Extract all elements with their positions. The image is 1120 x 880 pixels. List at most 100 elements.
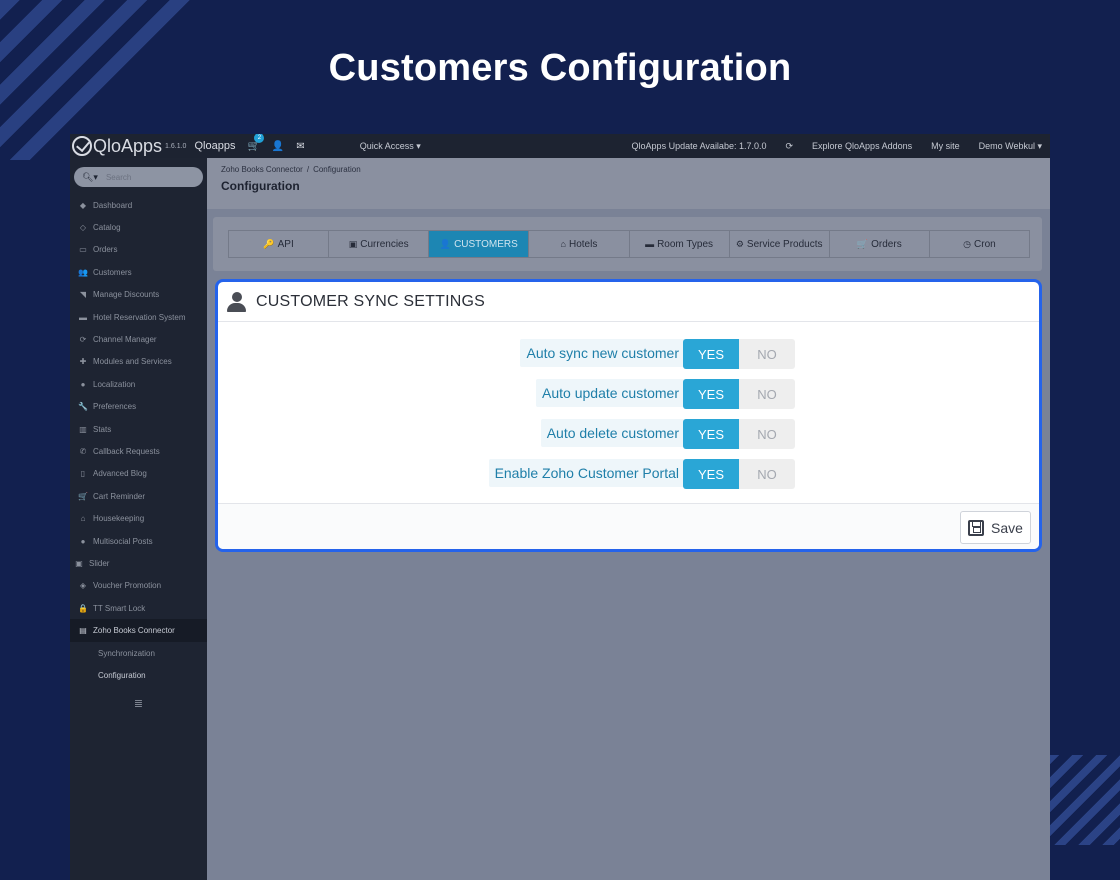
panel-footer: Save xyxy=(218,503,1039,549)
wrench-icon: 🔧 xyxy=(78,402,88,412)
no-option[interactable]: NO xyxy=(739,459,795,489)
orders-icon: ▭ xyxy=(79,245,87,255)
shop-name-link[interactable]: Qloapps xyxy=(194,140,235,152)
collapse-menu-icon[interactable]: ≣ xyxy=(70,697,207,710)
yes-option[interactable]: YES xyxy=(683,419,739,449)
sidebar-item-callback-requests[interactable]: ✆ Callback Requests xyxy=(70,440,207,462)
page-header: Zoho Books Connector / Configuration Confi… xyxy=(207,158,1050,209)
sidebar-item-customers[interactable]: 👥 Customers xyxy=(70,261,207,283)
panel-title: CUSTOMER SYNC SETTINGS xyxy=(256,292,486,310)
tab-hotels[interactable]: ⌂ Hotels xyxy=(529,231,630,257)
logo-text: QloApps xyxy=(93,135,163,156)
setting-row-auto-delete: Auto delete customer YES NO xyxy=(218,419,1039,459)
bed-icon: ▬ xyxy=(79,312,87,322)
yes-no-switch[interactable]: YES NO xyxy=(683,339,795,369)
sidebar-item-voucher-promotion[interactable]: ◈ Voucher Promotion xyxy=(70,575,207,597)
sidebar-item-localization[interactable]: ● Localization xyxy=(70,373,207,395)
user-icon xyxy=(227,292,246,312)
sidebar-item-tt-smart-lock[interactable]: 🔒 TT Smart Lock xyxy=(70,597,207,619)
yes-no-switch[interactable]: YES NO xyxy=(683,459,795,489)
explore-addons-link[interactable]: ⟳ Explore QloApps Addons xyxy=(785,141,912,152)
user-menu-dropdown[interactable]: Demo Webkul ▾ xyxy=(979,141,1042,152)
tab-currencies[interactable]: ▣ Currencies xyxy=(329,231,430,257)
search-input[interactable]: Search xyxy=(106,173,131,182)
mail-icon[interactable]: ✉ xyxy=(296,141,304,152)
yes-option[interactable]: YES xyxy=(683,459,739,489)
update-available-link[interactable]: QloApps Update Availabe: 1.7.0.0 xyxy=(632,141,767,151)
breadcrumb-parent[interactable]: Zoho Books Connector xyxy=(221,165,303,174)
puzzle-icon: ✚ xyxy=(79,357,87,367)
panel-heading: CUSTOMER SYNC SETTINGS xyxy=(218,282,1039,322)
setting-label: Auto update customer xyxy=(536,379,685,407)
no-option[interactable]: NO xyxy=(739,419,795,449)
no-option[interactable]: NO xyxy=(739,379,795,409)
breadcrumb-separator: / xyxy=(306,165,310,174)
page-title: Configuration xyxy=(221,179,300,193)
lock-icon: 🔒 xyxy=(78,603,88,613)
hero-title: Customers Configuration xyxy=(328,47,792,89)
cart-icon[interactable]: 🛒 2 xyxy=(247,134,265,152)
explore-addons-label: Explore QloApps Addons xyxy=(812,140,913,151)
sidebar: 🔍︎▾ Search ◆ Dashboard ◇ Catalog ▭ Orders 👥… xyxy=(70,158,207,880)
sidebar-item-catalog[interactable]: ◇ Catalog xyxy=(70,216,207,238)
quick-access-dropdown[interactable]: Quick Access ▾ xyxy=(360,141,421,152)
breadcrumb-current: Configuration xyxy=(313,165,361,174)
tab-cron[interactable]: ◷ Cron xyxy=(930,231,1029,257)
customer-sync-settings-panel: CUSTOMER SYNC SETTINGS Auto sync new cus… xyxy=(215,279,1042,552)
submenu-item-synchronization[interactable]: Synchronization xyxy=(70,642,207,664)
sidebar-item-orders[interactable]: ▭ Orders xyxy=(70,239,207,261)
save-button[interactable]: Save xyxy=(960,511,1031,544)
gears-icon: ⚙ xyxy=(735,238,744,249)
sidebar-item-channel-manager[interactable]: ⟳ Channel Manager xyxy=(70,328,207,350)
sidebar-menu: ◆ Dashboard ◇ Catalog ▭ Orders 👥 Customers ◥… xyxy=(70,194,207,710)
tab-room-types[interactable]: ▬ Room Types xyxy=(630,231,730,257)
user-icon: 👤 xyxy=(439,238,452,249)
sidebar-item-hotel-reservation[interactable]: ▬ Hotel Reservation System xyxy=(70,306,207,328)
yes-no-switch[interactable]: YES NO xyxy=(683,379,795,409)
sidebar-item-dashboard[interactable]: ◆ Dashboard xyxy=(70,194,207,216)
tab-api[interactable]: 🔑 API xyxy=(229,231,330,257)
yes-no-switch[interactable]: YES NO xyxy=(683,419,795,449)
cart-count-badge: 2 xyxy=(254,134,265,143)
bookmark-icon: ▯ xyxy=(80,469,86,479)
cart-icon: 🛒 xyxy=(78,491,88,501)
tab-customers[interactable]: 👤 CUSTOMERS xyxy=(429,231,530,257)
sidebar-item-slider[interactable]: ▣ Slider xyxy=(70,552,207,574)
settings-form: Auto sync new customer YES NO Auto updat… xyxy=(218,339,1039,499)
user-icon[interactable]: 👤 xyxy=(272,141,284,152)
sidebar-item-modules[interactable]: ✚ Modules and Services xyxy=(70,351,207,373)
slider-icon: ▣ xyxy=(75,558,83,568)
sidebar-item-manage-discounts[interactable]: ◥ Manage Discounts xyxy=(70,284,207,306)
sidebar-search[interactable]: 🔍︎▾ Search xyxy=(74,167,203,187)
sidebar-item-preferences[interactable]: 🔧 Preferences xyxy=(70,396,207,418)
setting-row-auto-update: Auto update customer YES NO xyxy=(218,379,1039,419)
tab-orders[interactable]: 🛒 Orders xyxy=(830,231,930,257)
submenu-item-configuration[interactable]: Configuration xyxy=(70,664,207,686)
sync-icon: ⟳ xyxy=(785,140,794,151)
tab-service-products[interactable]: ⚙ Service Products xyxy=(730,231,830,257)
yes-option[interactable]: YES xyxy=(683,339,739,369)
logo[interactable]: QloApps 1.6.1.0 xyxy=(72,136,186,157)
tag-icon: ◥ xyxy=(79,290,87,300)
dashboard-icon: ◆ xyxy=(79,200,87,210)
no-option[interactable]: NO xyxy=(739,339,795,369)
setting-row-auto-sync-new: Auto sync new customer YES NO xyxy=(218,339,1039,379)
yes-option[interactable]: YES xyxy=(683,379,739,409)
book-icon: ▤ xyxy=(79,626,87,636)
sidebar-item-advanced-blog[interactable]: ▯ Advanced Blog xyxy=(70,463,207,485)
sidebar-item-zoho-books-connector[interactable]: ▤ Zoho Books Connector xyxy=(70,619,207,642)
refresh-icon: ⟳ xyxy=(79,335,87,345)
my-site-link[interactable]: My site xyxy=(931,141,960,151)
sidebar-item-cart-reminder[interactable]: 🛒 Cart Reminder xyxy=(70,485,207,507)
search-icon[interactable]: 🔍︎▾ xyxy=(82,172,98,183)
home-icon: ⌂ xyxy=(560,239,566,249)
sidebar-item-stats[interactable]: ▥ Stats xyxy=(70,418,207,440)
cart-icon: 🛒 xyxy=(856,238,869,249)
globe-icon: ● xyxy=(80,536,86,546)
save-label: Save xyxy=(991,519,1023,536)
save-icon xyxy=(968,519,985,536)
top-right-links: QloApps Update Availabe: 1.7.0.0 ⟳ Explor… xyxy=(632,141,1050,152)
ticket-icon: ◈ xyxy=(79,581,87,591)
sidebar-item-multisocial-posts[interactable]: ● Multisocial Posts xyxy=(70,530,207,552)
sidebar-item-housekeeping[interactable]: ⌂ Housekeeping xyxy=(70,507,207,529)
